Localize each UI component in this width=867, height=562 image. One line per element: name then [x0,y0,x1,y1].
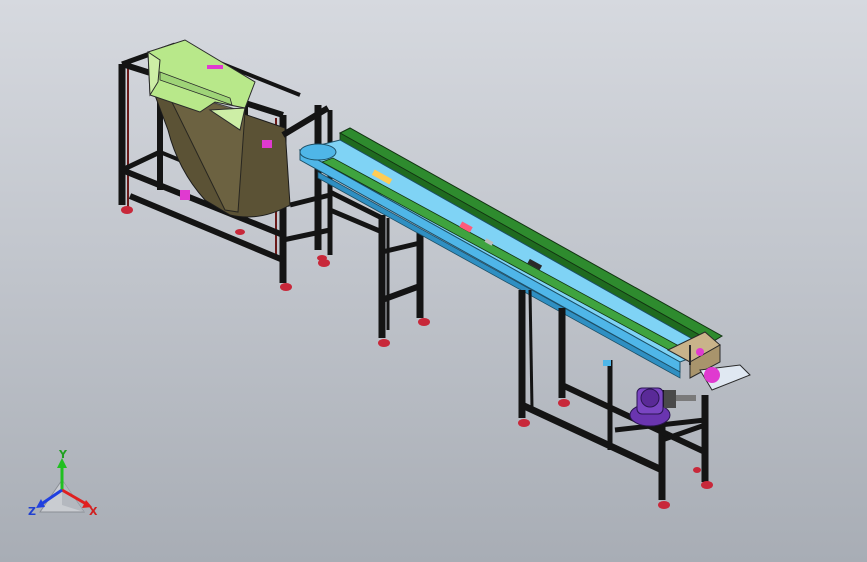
transfer-upright [281,105,333,261]
conveyor-assembly-model[interactable]: Y X Z [0,0,867,562]
z-axis-label: Z [28,505,36,518]
view-triad[interactable]: Y X Z [28,448,98,518]
drive-motor [603,360,696,427]
cad-viewport[interactable]: Y X Z [0,0,867,562]
y-axis-label: Y [58,448,68,461]
conveyor-belt [298,127,723,379]
x-axis-label: X [89,505,98,518]
